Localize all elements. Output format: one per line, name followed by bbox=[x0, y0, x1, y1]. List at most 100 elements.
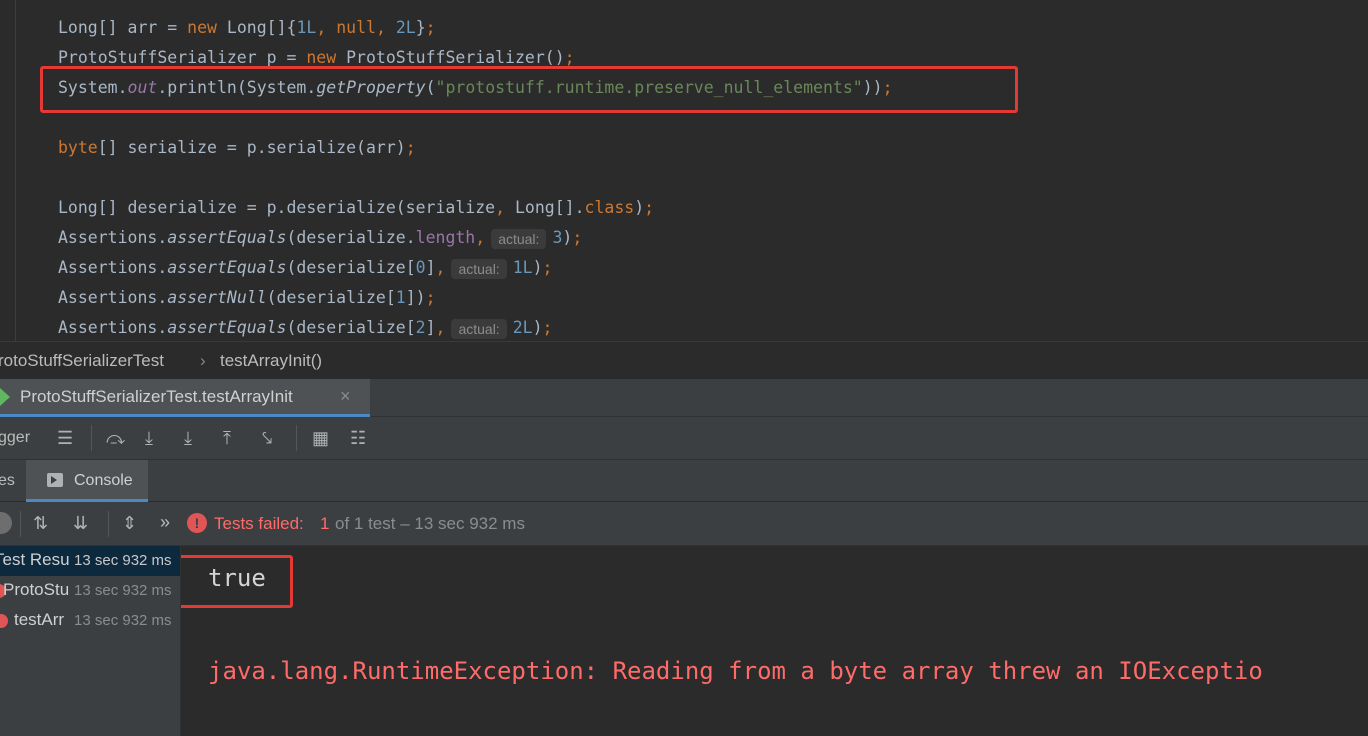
code-token: , bbox=[495, 198, 515, 217]
more-chevron-icon[interactable]: » bbox=[160, 512, 170, 533]
code-line: byte[] serialize = p.serialize(arr); bbox=[58, 133, 416, 163]
code-token: new bbox=[187, 18, 227, 37]
code-token: Assertions. bbox=[58, 228, 168, 247]
code-token: Assertions. bbox=[58, 318, 168, 337]
code-token: byte bbox=[58, 138, 98, 157]
code-token: assertEquals bbox=[167, 318, 287, 337]
toolbar-separator bbox=[296, 425, 297, 451]
code-token: , bbox=[375, 18, 396, 37]
error-icon: ! bbox=[187, 513, 207, 533]
code-token: 1L bbox=[512, 258, 533, 277]
tab-console[interactable]: Console bbox=[26, 460, 148, 502]
param-hint: actual: bbox=[451, 258, 507, 279]
tree-item-time: 13 sec 932 ms bbox=[74, 552, 172, 569]
run-tab[interactable]: ProtoStuffSerializerTest.testArrayInit × bbox=[0, 379, 370, 417]
println-highlight-box bbox=[40, 66, 1018, 113]
code-token: , bbox=[435, 318, 446, 337]
sort-alpha-icon[interactable]: ⇅ bbox=[33, 513, 48, 533]
code-token: ) bbox=[634, 198, 645, 217]
code-line: Assertions.assertEquals(deserialize[0], a… bbox=[58, 253, 552, 283]
tree-item-time: 13 sec 932 ms bbox=[74, 612, 172, 629]
code-token: new bbox=[306, 48, 347, 67]
code-token: assertEquals bbox=[167, 258, 287, 277]
code-line: Assertions.assertEquals(deserialize.leng… bbox=[58, 223, 582, 253]
tree-item-time: 13 sec 932 ms bbox=[74, 582, 172, 599]
code-token: (deserialize[ bbox=[286, 258, 416, 277]
close-icon[interactable]: × bbox=[340, 386, 351, 407]
code-token: (deserialize[ bbox=[286, 318, 416, 337]
code-token: ; bbox=[644, 198, 655, 217]
frames-icon[interactable]: ☰ bbox=[57, 428, 73, 448]
debugger-tab-label[interactable]: gger bbox=[0, 429, 30, 447]
sort-duration-icon[interactable]: ⇊ bbox=[73, 513, 88, 533]
param-hint: actual: bbox=[491, 228, 547, 249]
breadcrumb-method[interactable]: testArrayInit() bbox=[220, 342, 322, 380]
tab-console-label: Console bbox=[74, 472, 133, 489]
evaluate-icon[interactable]: ▦ bbox=[312, 428, 329, 448]
code-token: 1 bbox=[395, 288, 406, 307]
param-hint: actual: bbox=[451, 318, 507, 339]
code-token: } bbox=[415, 18, 426, 37]
tree-row-selected[interactable]: Test Resu 13 sec 932 ms bbox=[0, 546, 180, 576]
code-token: ] bbox=[425, 258, 436, 277]
code-token: [] serialize = p.serialize(arr) bbox=[97, 138, 406, 157]
debugger-toolbar: gger ☰ ⤼ ⤓ ⤓ ⤒ ⤥ ▦ ☷ bbox=[0, 417, 1368, 460]
code-token: 3 bbox=[552, 228, 563, 247]
toolbar-separator bbox=[108, 511, 109, 537]
code-token: null bbox=[336, 18, 376, 37]
code-token: ] bbox=[425, 318, 436, 337]
gutter-divider bbox=[15, 0, 16, 341]
step-over-icon[interactable]: ⤼ bbox=[106, 428, 125, 448]
stop-icon[interactable] bbox=[0, 512, 12, 534]
toolbar-separator bbox=[20, 511, 21, 537]
fail-icon bbox=[0, 614, 8, 628]
code-token: assertEquals bbox=[167, 228, 287, 247]
status-failed-prefix: Tests failed: bbox=[214, 514, 304, 533]
console-icon bbox=[47, 473, 63, 487]
code-token: (deserialize. bbox=[286, 228, 416, 247]
code-token: , bbox=[475, 228, 486, 247]
force-step-into-icon[interactable]: ⤓ bbox=[184, 428, 192, 448]
console-error-line: java.lang.RuntimeException: Reading from… bbox=[208, 657, 1263, 685]
code-token: ; bbox=[542, 318, 553, 337]
code-token: Long bbox=[58, 18, 98, 37]
tab-variables[interactable]: es bbox=[0, 472, 15, 490]
code-token: (deserialize[ bbox=[266, 288, 396, 307]
code-token: Assertions. bbox=[58, 258, 168, 277]
trace-icon[interactable]: ☷ bbox=[350, 428, 366, 448]
breadcrumb-separator: › bbox=[200, 351, 206, 370]
tree-row[interactable]: testArr 13 sec 932 ms bbox=[0, 606, 180, 636]
code-token: 2L bbox=[512, 318, 533, 337]
test-runner-toolbar: ⇅ ⇊ ⇕ » ! Tests failed: 1 of 1 test – 13… bbox=[0, 502, 1368, 546]
code-token: 2L bbox=[395, 18, 416, 37]
tree-row[interactable]: ProtoStu 13 sec 932 ms bbox=[0, 576, 180, 606]
code-token: ; bbox=[564, 48, 575, 67]
run-to-cursor-icon[interactable]: ⤥ bbox=[262, 428, 272, 448]
code-token: ; bbox=[405, 138, 416, 157]
code-token: ; bbox=[425, 18, 436, 37]
run-icon bbox=[0, 388, 10, 406]
test-tree: Test Resu 13 sec 932 ms ProtoStu 13 sec … bbox=[0, 546, 181, 736]
code-line: Long[] arr = new Long[]{1L, null, 2L}; bbox=[58, 13, 436, 43]
toolbar-separator bbox=[91, 425, 92, 451]
code-token: 1L bbox=[296, 18, 317, 37]
run-tabs-bar: ProtoStuffSerializerTest.testArrayInit × bbox=[0, 379, 1368, 417]
console-output[interactable]: true java.lang.RuntimeException: Reading… bbox=[181, 546, 1368, 736]
code-token: 0 bbox=[415, 258, 426, 277]
code-token: , bbox=[435, 258, 446, 277]
code-token: Long[] deserialize = p.deserialize(seria… bbox=[58, 198, 496, 217]
expand-all-icon[interactable]: ⇕ bbox=[122, 513, 137, 533]
code-editor[interactable]: Long[] arr = new Long[]{1L, null, 2L}; Pr… bbox=[0, 0, 1368, 341]
step-out-icon[interactable]: ⤒ bbox=[223, 428, 231, 448]
step-into-icon[interactable]: ⤓ bbox=[145, 428, 153, 448]
output-highlight-box bbox=[181, 555, 293, 608]
breadcrumb-class[interactable]: rotoStuffSerializerTest bbox=[0, 342, 164, 380]
code-token: Long[]. bbox=[514, 198, 585, 217]
breadcrumb: rotoStuffSerializerTest › testArrayInit(… bbox=[0, 341, 1368, 379]
tree-item-label: testArr bbox=[14, 610, 65, 629]
status-failed-count: 1 bbox=[320, 514, 330, 533]
code-line: Assertions.assertNull(deserialize[1]); bbox=[58, 283, 436, 313]
code-token: Long bbox=[226, 18, 267, 37]
code-token: ; bbox=[542, 258, 553, 277]
clipped-prior-output bbox=[206, 546, 1206, 550]
